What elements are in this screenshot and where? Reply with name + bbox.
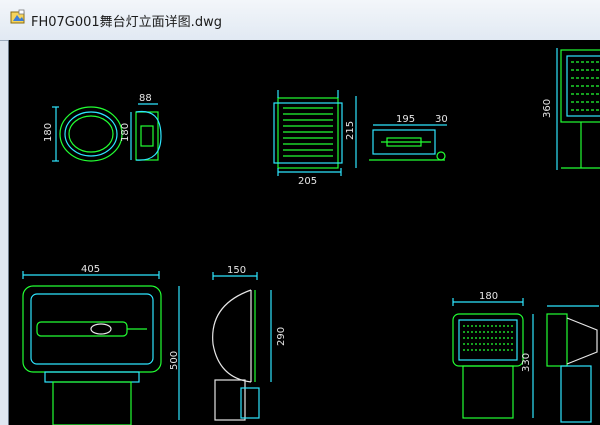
lamp-6-side-view <box>212 272 272 421</box>
lamp-3-side-view <box>369 124 447 161</box>
lamp-1-front-view <box>52 106 123 162</box>
dim-lamp1-height: 180 <box>43 123 54 142</box>
dim-lamp5-height: 500 <box>169 351 180 370</box>
lamp-2-front-view <box>273 90 357 176</box>
dim-lamp1-depth: 88 <box>139 93 152 104</box>
dim-lamp4-height: 360 <box>542 99 553 118</box>
cad-viewer-window: FH07G001舞台灯立面详图.dwg 180 88 180 205 215 1… <box>0 0 600 425</box>
dim-lamp2-width: 205 <box>298 176 317 187</box>
lamp-5-front-view <box>22 271 180 425</box>
dim-lamp7-height: 330 <box>521 353 532 372</box>
dim-lamp6-height: 290 <box>276 327 287 346</box>
dim-lamp7-width: 180 <box>479 291 498 302</box>
dim-lamp3-width: 195 <box>396 114 415 125</box>
dim-lamp5-width: 405 <box>81 264 100 275</box>
lamp-1-side-view <box>130 103 162 161</box>
dwg-file-icon <box>10 9 26 25</box>
dim-lamp6-depth: 150 <box>227 265 246 276</box>
lamp-8-side-view <box>546 305 599 423</box>
dim-lamp1-side-height: 180 <box>120 123 131 142</box>
title-bar[interactable]: FH07G001舞台灯立面详图.dwg <box>0 0 600 41</box>
cad-drawing: 180 88 180 205 215 195 30 360 405 500 15… <box>22 48 600 425</box>
dim-lamp2-height: 215 <box>345 121 356 140</box>
lamp-4-front-view <box>556 48 600 170</box>
dim-lamp3-offset: 30 <box>435 114 448 125</box>
window-title: FH07G001舞台灯立面详图.dwg <box>31 15 222 30</box>
drawing-canvas[interactable]: 180 88 180 205 215 195 30 360 405 500 15… <box>8 40 600 425</box>
